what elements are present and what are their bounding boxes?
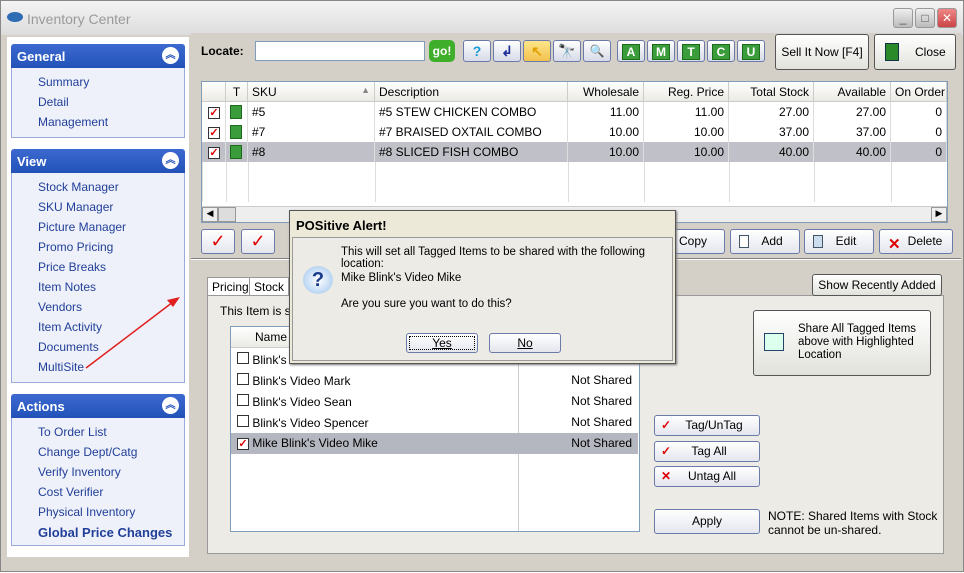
- inventory-center-window: Inventory Center _ □ ✕ General ︽ Summary …: [0, 0, 964, 572]
- dialog-location: Mike Blink's Video Mike: [341, 272, 462, 284]
- no-button[interactable]: No: [489, 333, 561, 353]
- alert-dialog: POSitive Alert! ? This will set all Tagg…: [289, 210, 676, 364]
- yes-button[interactable]: Yes: [406, 333, 478, 353]
- dialog-question: Are you sure you want to do this?: [341, 298, 512, 310]
- dialog-title: POSitive Alert!: [296, 218, 387, 233]
- dialog-message: This will set all Tagged Items to be sha…: [341, 246, 646, 270]
- dialog-body: ? This will set all Tagged Items to be s…: [292, 237, 673, 361]
- question-icon: ?: [303, 266, 333, 294]
